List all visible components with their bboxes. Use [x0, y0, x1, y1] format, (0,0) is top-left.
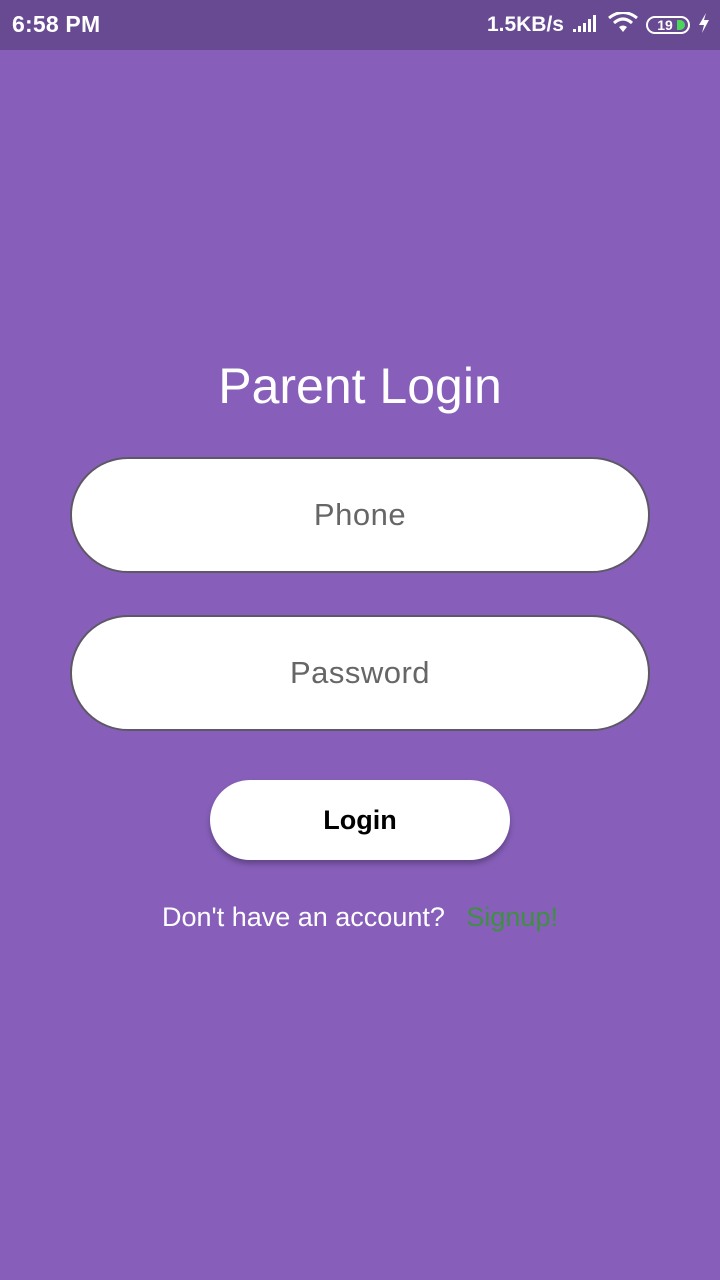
signup-link[interactable]: Signup! — [466, 902, 558, 932]
charging-icon — [698, 12, 710, 39]
status-time: 6:58 PM — [12, 11, 101, 37]
wifi-icon — [608, 10, 638, 39]
phone-field[interactable] — [70, 457, 650, 573]
phone-input[interactable] — [72, 496, 648, 534]
signal-icon — [572, 13, 600, 38]
signup-prompt: Don't have an account? — [162, 902, 445, 932]
signup-row: Don't have an account? Signup! — [0, 898, 720, 936]
network-speed: 1.5KB/s — [486, 13, 564, 36]
status-bar: 6:58 PM 1.5KB/s 19 — [0, 0, 720, 50]
password-field[interactable] — [70, 615, 650, 731]
battery-fill — [677, 20, 685, 30]
password-input[interactable] — [72, 654, 648, 692]
battery-icon: 19 — [646, 16, 690, 34]
status-icons: 1.5KB/s 19 — [487, 8, 710, 42]
page-title: Parent Login — [218, 358, 502, 414]
login-button[interactable]: Login — [210, 780, 510, 860]
battery-level: 19 — [657, 17, 673, 33]
